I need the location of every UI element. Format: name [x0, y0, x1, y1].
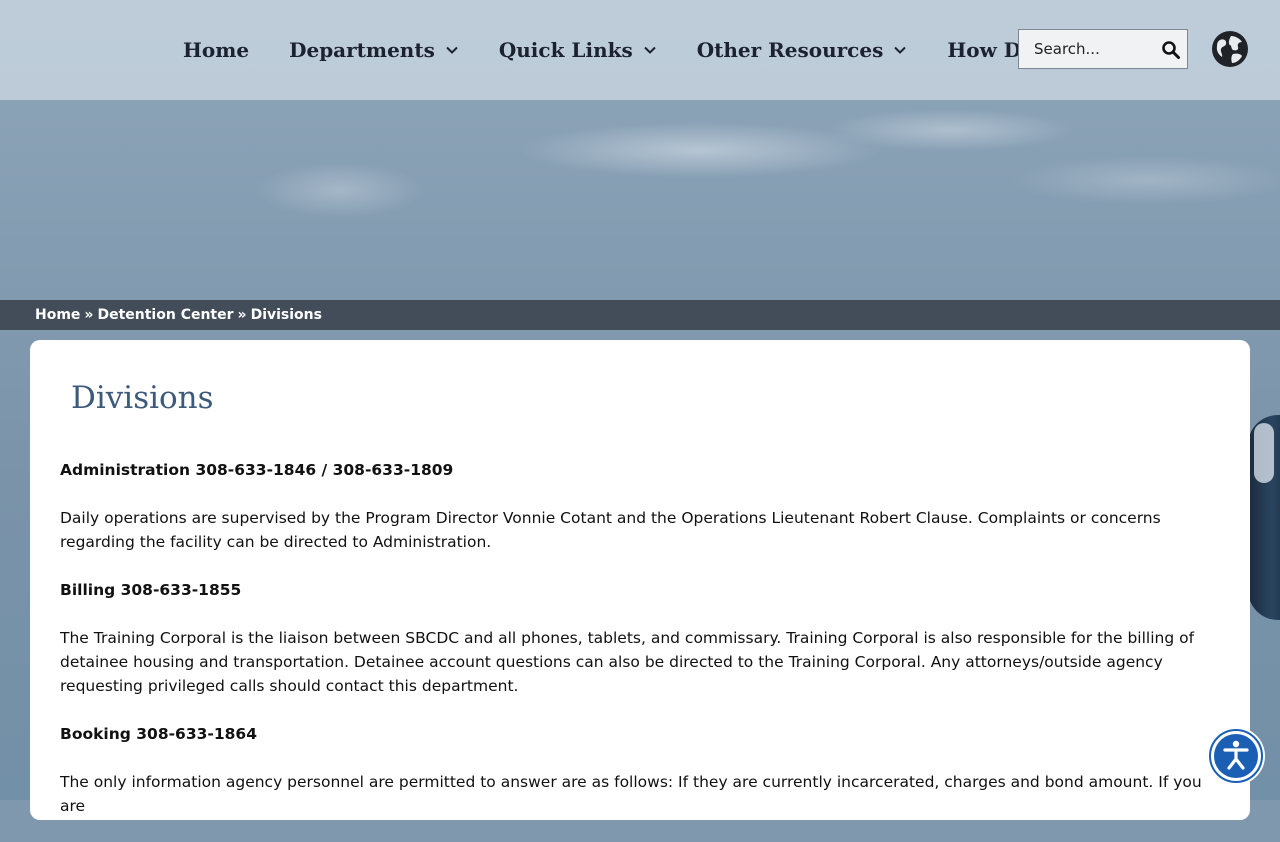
section-heading-administration: Administration 308-633-1846 / 308-633-18… — [60, 461, 454, 479]
divisions-content: Administration 308-633-1846 / 308-633-18… — [60, 458, 1230, 842]
nav-other-resources[interactable]: Other Resources — [697, 38, 908, 62]
breadcrumb-detention-center[interactable]: Detention Center — [97, 307, 233, 323]
nav-other-resources-label: Other Resources — [696, 38, 884, 62]
chevron-down-icon — [894, 46, 907, 54]
section-heading-billing: Billing 308-633-1855 — [60, 581, 242, 599]
search-input[interactable] — [1019, 39, 1164, 59]
nav-home[interactable]: Home — [183, 38, 249, 62]
section-text-billing: The Training Corporal is the liaison bet… — [60, 629, 1195, 695]
chevron-down-icon — [644, 46, 656, 54]
nav-home-label: Home — [183, 38, 250, 62]
breadcrumb-separator: » — [84, 307, 94, 323]
breadcrumb-separator: » — [237, 307, 247, 323]
nav-departments[interactable]: Departments — [289, 38, 459, 62]
breadcrumb-home[interactable]: Home — [35, 307, 80, 323]
search-icon[interactable] — [1161, 40, 1181, 60]
nav-quick-links[interactable]: Quick Links — [499, 38, 657, 62]
nav-quick-links-label: Quick Links — [498, 38, 633, 62]
accessibility-icon — [1209, 729, 1263, 783]
breadcrumb-current: Divisions — [250, 307, 322, 323]
chevron-down-icon — [446, 46, 458, 54]
section-text-administration: Daily operations are supervised by the P… — [60, 509, 1161, 551]
main-nav: Home Departments Quick Links Other Resou… — [183, 0, 1115, 100]
site-header: Home Departments Quick Links Other Resou… — [0, 0, 1280, 100]
section-heading-booking: Booking 308-633-1864 — [60, 725, 257, 743]
hot-air-balloon-image — [1248, 415, 1280, 620]
search-box — [1018, 29, 1188, 69]
content-card: Divisions Administration 308-633-1846 / … — [30, 340, 1250, 820]
breadcrumb: Home » Detention Center » Divisions — [0, 300, 1280, 330]
nav-departments-label: Departments — [289, 38, 435, 62]
globe-icon[interactable] — [1211, 30, 1249, 68]
section-text-booking: The only information agency personnel ar… — [60, 773, 1202, 815]
page-title: Divisions — [71, 380, 214, 416]
accessibility-button[interactable] — [1207, 727, 1265, 785]
